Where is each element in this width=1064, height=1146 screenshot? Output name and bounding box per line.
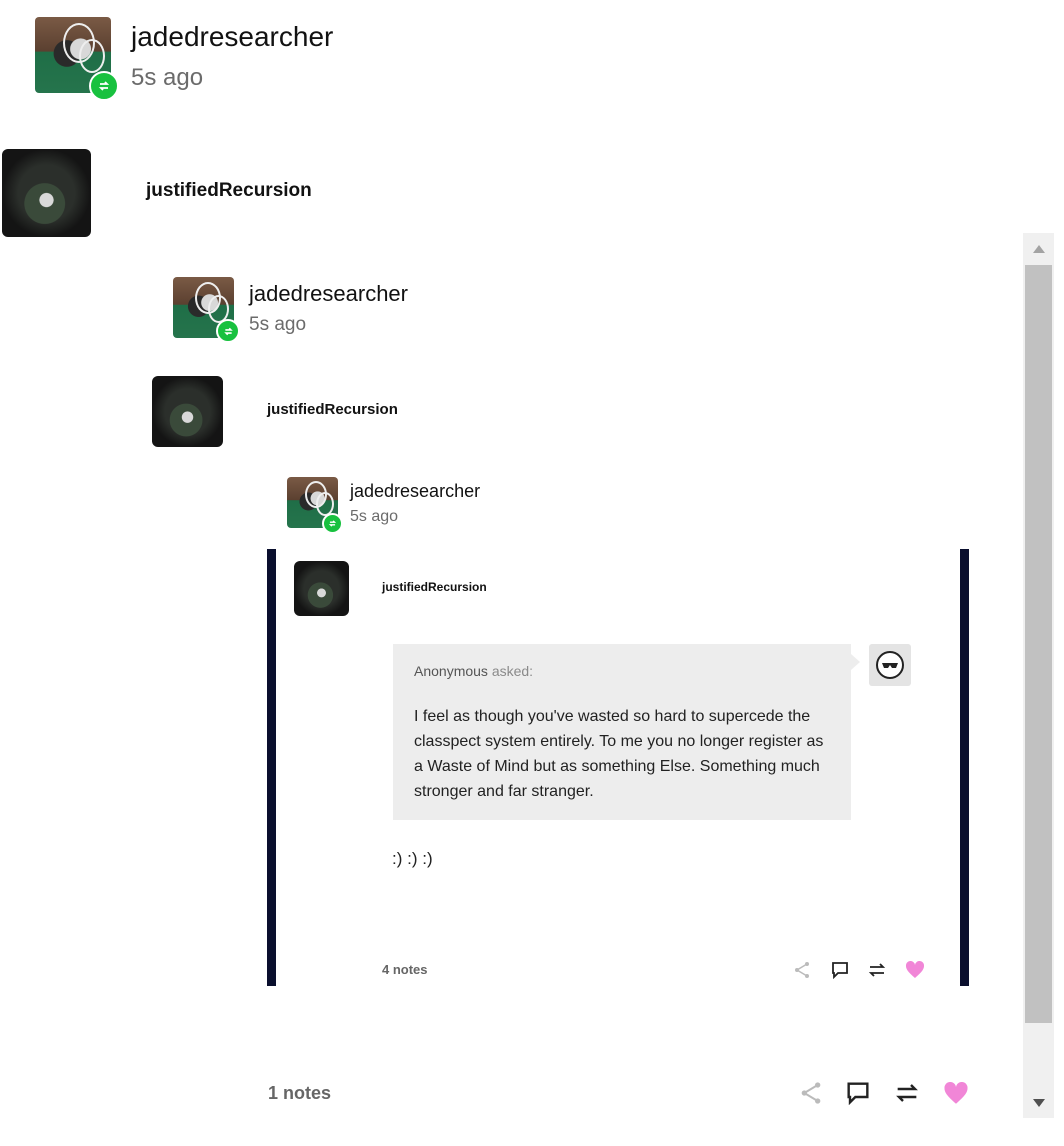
post-timestamp: 5s ago [350,508,399,525]
reblog-badge-icon [216,319,240,343]
scroll-up-arrow-icon[interactable] [1023,239,1054,259]
share-icon[interactable] [798,1080,824,1106]
asker-name[interactable]: Anonymous [414,663,488,679]
quote-bar-right [960,549,969,986]
reblog-author[interactable]: justifiedRecursion [146,180,312,202]
post-timestamp: 5s ago [131,64,204,91]
avatar[interactable] [2,149,91,237]
heart-icon[interactable] [904,960,926,980]
scrollbar[interactable] [1023,233,1054,1118]
reblog-badge-icon [322,513,343,534]
ask-header: Anonymous asked: [414,663,533,679]
post-author[interactable]: jadedresearcher [249,281,408,307]
post-timestamp: 5s ago [249,314,307,335]
quote-bar-left [267,549,276,986]
ask-question: I feel as though you've wasted so hard t… [414,708,824,800]
reply-icon[interactable] [830,960,850,980]
reply-icon[interactable] [845,1080,871,1106]
post-author[interactable]: jadedresearcher [131,21,333,53]
post-author[interactable]: jadedresearcher [350,481,480,502]
reblog-badge-icon [89,71,119,101]
notes-count[interactable]: 4 notes [382,962,428,977]
reblog-icon[interactable] [894,1080,920,1106]
sunglasses-face-icon [876,651,904,679]
heart-icon[interactable] [942,1080,970,1106]
share-icon[interactable] [792,960,812,980]
avatar[interactable] [294,561,349,616]
reblog-author[interactable]: justifiedRecursion [267,401,398,418]
asked-label: asked: [491,663,534,679]
avatar[interactable] [152,376,223,447]
scroll-down-arrow-icon[interactable] [1023,1093,1054,1113]
reblog-icon[interactable] [867,960,887,980]
answer-text: :) :) :) [392,849,433,868]
scrollbar-thumb[interactable] [1025,265,1052,1023]
ask-box: Anonymous asked: I feel as though you've… [393,644,860,820]
reblog-author[interactable]: justifiedRecursion [382,580,487,594]
notes-count[interactable]: 1 notes [268,1083,331,1104]
asker-avatar[interactable] [869,644,911,686]
